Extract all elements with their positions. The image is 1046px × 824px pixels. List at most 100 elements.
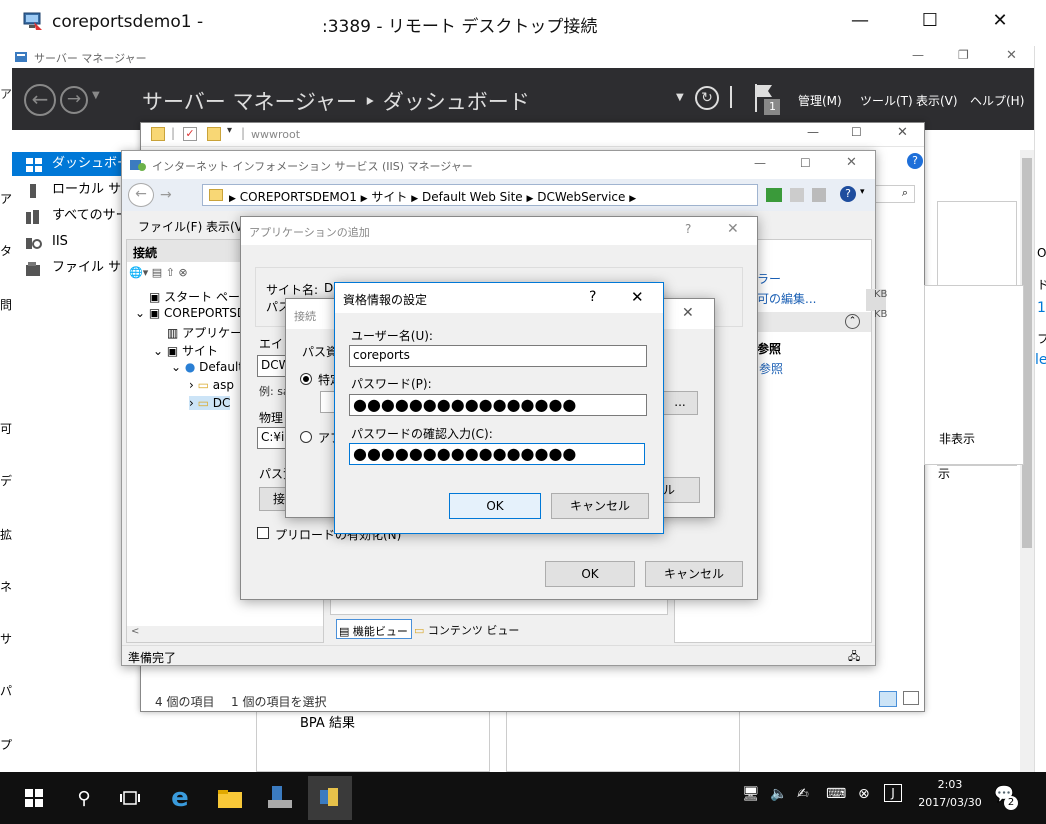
bpa-results-label: BPA 結果 — [300, 716, 355, 731]
save-icon[interactable]: ▤ — [152, 266, 162, 279]
rdp-maximize-button[interactable]: ☐ — [910, 10, 950, 31]
menu-help[interactable]: ヘルプ(H) — [970, 92, 1024, 109]
explorer-maximize-icon[interactable]: ☐ — [851, 125, 862, 139]
quick-access-dropdown-icon[interactable]: ▾ — [227, 125, 232, 136]
set-credentials-button[interactable]: ... — [662, 391, 698, 415]
connections-hscroll[interactable]: < — [127, 626, 323, 642]
tree-default-site[interactable]: ⌄ ● Default — [171, 360, 243, 374]
network-tray-icon[interactable]: 🖥 — [742, 786, 760, 802]
credentials-ok-button[interactable]: OK — [449, 493, 541, 519]
tree-sites[interactable]: ⌄ ▣ サイト — [153, 342, 218, 359]
username-input[interactable]: coreports — [349, 345, 647, 367]
edge-browser-icon[interactable]: e — [162, 780, 198, 816]
up-folder-icon[interactable]: ⇧ — [166, 266, 175, 279]
iis-help-icon[interactable]: ? — [840, 186, 856, 202]
confirm-password-input[interactable]: ●●●●●●●●●●●●●●●● — [349, 443, 645, 465]
add-app-cancel-button[interactable]: キャンセル — [645, 561, 743, 587]
explorer-minimize-icon[interactable]: — — [807, 125, 819, 139]
task-view-icon[interactable] — [112, 780, 148, 816]
menu-manage[interactable]: 管理(M) — [798, 92, 842, 109]
expand-icon[interactable]: ⌄ — [171, 360, 185, 374]
tree-start-page[interactable]: ▣ スタート ページ — [149, 288, 252, 305]
add-app-close-icon[interactable]: ✕ — [727, 221, 739, 237]
app-user-radio[interactable] — [300, 431, 312, 443]
add-app-help-icon[interactable]: ? — [685, 222, 691, 236]
ime-mode-icon[interactable]: J — [884, 784, 902, 802]
collapse-icon[interactable]: › — [189, 396, 198, 410]
properties-icon[interactable]: ✓ — [183, 127, 197, 141]
preload-checkbox[interactable] — [257, 527, 269, 539]
server-manager-taskbar-icon[interactable] — [262, 780, 298, 816]
iis-refresh-icon[interactable] — [766, 188, 782, 202]
iis-forward-icon[interactable]: → — [160, 183, 172, 207]
back-arrow-icon[interactable]: ← — [24, 84, 56, 116]
credentials-help-icon[interactable]: ? — [589, 289, 596, 305]
refresh-icon[interactable]: ↻ — [695, 86, 719, 110]
credentials-cancel-button[interactable]: キャンセル — [551, 493, 649, 519]
keyboard-icon[interactable]: ⌨ — [826, 786, 846, 802]
new-folder-icon[interactable] — [207, 127, 221, 141]
connect-as-close-icon[interactable]: ✕ — [682, 305, 694, 321]
address-segment[interactable]: COREPORTSDEMO1 — [240, 190, 357, 204]
address-segment[interactable]: サイト — [371, 190, 407, 204]
menu-tools[interactable]: ツール(T) — [860, 92, 913, 109]
pen-icon[interactable]: ✍ — [797, 786, 809, 802]
collapse-section-icon[interactable]: ⌃ — [845, 314, 860, 329]
iis-help-dropdown-icon[interactable]: ▾ — [860, 187, 865, 197]
search-icon[interactable]: ⚲ — [66, 780, 102, 816]
tree-label: スタート ページ — [164, 290, 252, 304]
content-view-tab[interactable]: ▭ コンテンツ ビュー — [414, 622, 519, 638]
notifications-flag-icon[interactable]: 1 — [750, 82, 782, 116]
connect-icon[interactable]: ⊗ — [178, 266, 187, 279]
iis-home-icon[interactable] — [812, 188, 826, 202]
start-button[interactable] — [16, 780, 52, 816]
explorer-status-count: 4 個の項目 — [155, 695, 215, 709]
credentials-close-icon[interactable]: ✕ — [631, 288, 644, 306]
iis-close-icon[interactable]: ✕ — [846, 155, 857, 170]
add-app-ok-button[interactable]: OK — [545, 561, 635, 587]
tree-dcwebservice[interactable]: › ▭ DC — [189, 396, 231, 410]
ime-off-icon[interactable]: ⊗ — [858, 786, 870, 802]
sm-restore-icon[interactable]: ❐ — [958, 48, 969, 62]
address-segment[interactable]: DCWebService — [537, 190, 625, 204]
sm-minimize-icon[interactable]: — — [912, 48, 924, 62]
expand-icon[interactable]: ⌄ — [135, 306, 149, 320]
explorer-search-icon[interactable]: ⌕ — [875, 185, 915, 203]
file-explorer-taskbar-icon[interactable] — [212, 780, 248, 816]
large-icons-view-icon[interactable] — [903, 691, 919, 705]
expand-icon[interactable]: ⌄ — [153, 344, 167, 358]
collapse-icon[interactable]: › — [189, 378, 198, 392]
clock-time[interactable]: 2:03 — [930, 778, 970, 791]
feature-view-tab[interactable]: ▤ 機能ビュー — [336, 619, 412, 639]
clock-date[interactable]: 2017/03/30 — [914, 796, 986, 809]
password-input[interactable]: ●●●●●●●●●●●●●●●● — [349, 394, 647, 416]
details-view-icon[interactable] — [879, 691, 897, 707]
tree-aspnet-client[interactable]: › ▭ asp — [189, 378, 234, 392]
rdp-titlebar: coreportsdemo1 - :3389 - リモート デスクトップ接続 —… — [0, 0, 1046, 46]
rdp-close-button[interactable]: ✕ — [980, 10, 1020, 31]
menu-view[interactable]: 表示(V) — [916, 92, 958, 109]
iis-address-field[interactable]: ▶ COREPORTSDEMO1 ▶ サイト ▶ Default Web Sit… — [202, 184, 758, 206]
explorer-close-icon[interactable]: ✕ — [897, 125, 908, 140]
iis-back-icon[interactable]: ← — [128, 183, 154, 207]
refresh-dropdown-icon[interactable]: ▼ — [676, 92, 684, 103]
iis-menu-file[interactable]: ファイル(F) — [138, 218, 202, 235]
connect-as-path-label: パス資 — [302, 345, 339, 359]
action-link[interactable]: 可の編集... — [757, 290, 816, 307]
iis-taskbar-icon[interactable] — [308, 776, 352, 820]
forward-arrow-icon[interactable]: → — [60, 86, 88, 114]
iis-minimize-icon[interactable]: — — [754, 156, 766, 170]
volume-muted-icon[interactable]: 🔈 — [770, 786, 787, 802]
iis-maximize-icon[interactable]: ☐ — [800, 156, 811, 170]
specific-user-radio[interactable] — [300, 373, 312, 385]
history-dropdown-icon[interactable]: ▼ — [92, 90, 100, 101]
iis-stop-icon[interactable] — [790, 188, 804, 202]
sm-close-icon[interactable]: ✕ — [1006, 48, 1017, 63]
rdp-minimize-button[interactable]: — — [840, 10, 880, 31]
tree-server[interactable]: ⌄ ▣ COREPORTSD — [135, 306, 246, 320]
globe-icon[interactable]: 🌐▾ — [129, 266, 148, 279]
explorer-help-icon[interactable]: ? — [907, 153, 923, 169]
browse-link[interactable]: 参照 — [759, 360, 783, 377]
action-link[interactable]: ラー — [757, 270, 781, 287]
address-segment[interactable]: Default Web Site — [422, 190, 523, 204]
